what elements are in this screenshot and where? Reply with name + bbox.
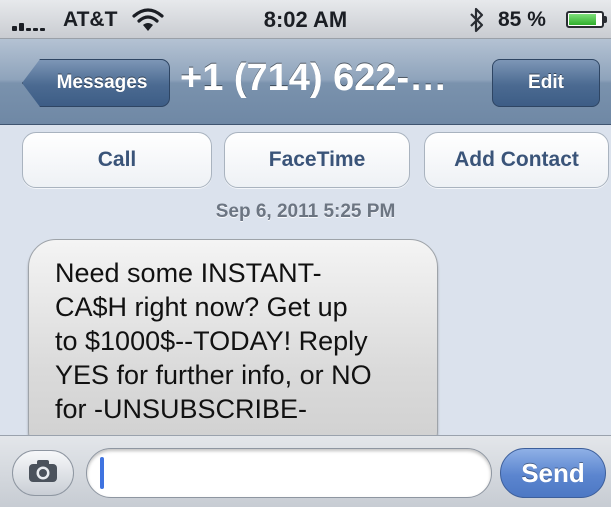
camera-icon	[27, 458, 59, 489]
call-button-label: Call	[97, 148, 137, 171]
message-timestamp: Sep 6, 2011 5:25 PM	[215, 201, 396, 222]
edit-button-label: Edit	[528, 72, 564, 93]
message-composer: Send	[0, 435, 611, 507]
camera-button[interactable]	[12, 450, 74, 496]
status-bar: AT&T 8:02 AM 85 %	[0, 0, 611, 39]
conversation-title: +1 (714) 622-…	[180, 57, 448, 99]
bluetooth-icon	[467, 7, 487, 38]
edit-button[interactable]: Edit	[492, 59, 600, 107]
navigation-bar: Messages +1 (714) 622-… Edit	[0, 39, 611, 125]
back-button-label: Messages	[56, 72, 148, 93]
add-contact-button[interactable]: Add Contact	[424, 132, 609, 188]
facetime-button-label: FaceTime	[268, 148, 366, 171]
incoming-message-bubble[interactable]: Need some INSTANT- CA$H right now? Get u…	[28, 239, 438, 435]
call-button[interactable]: Call	[22, 132, 212, 188]
messages-back-button[interactable]: Messages	[22, 59, 170, 107]
text-cursor	[100, 457, 104, 489]
messages-screen: AT&T 8:02 AM 85 % Messages +1 (714) 622-…	[0, 0, 611, 507]
battery-icon	[566, 11, 607, 28]
battery-level-fill	[569, 14, 597, 25]
facetime-button[interactable]: FaceTime	[224, 132, 410, 188]
send-button[interactable]: Send	[500, 448, 606, 498]
message-text: Need some INSTANT- CA$H right now? Get u…	[55, 258, 372, 424]
message-input[interactable]	[86, 448, 492, 498]
conversation-view[interactable]: Call FaceTime Add Contact Sep 6, 2011 5:…	[0, 125, 611, 435]
battery-percentage: 85 %	[498, 8, 546, 31]
add-contact-button-label: Add Contact	[454, 148, 579, 171]
send-button-label: Send	[521, 457, 585, 488]
